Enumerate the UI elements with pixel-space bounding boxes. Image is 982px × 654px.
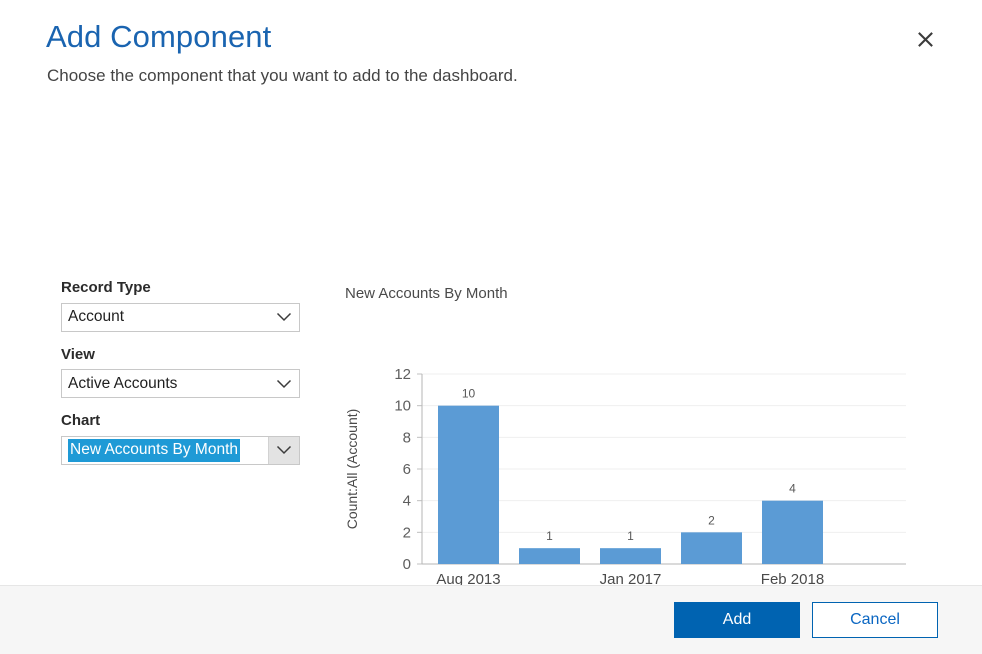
page-title: Add Component (46, 18, 938, 55)
chart-value: New Accounts By Month (62, 437, 268, 464)
chart-select[interactable]: New Accounts By Month (61, 436, 300, 465)
chevron-down-icon (268, 437, 299, 464)
dialog-footer: Add Cancel (0, 585, 982, 654)
record-type-value: Account (62, 304, 269, 331)
y-axis-tick-label: 2 (403, 524, 411, 541)
cancel-button[interactable]: Cancel (812, 602, 938, 638)
dialog-header: Add Component Choose the component that … (0, 0, 982, 86)
chart-label: Chart (61, 411, 306, 431)
dialog-subtitle: Choose the component that you want to ad… (47, 65, 938, 86)
view-value: Active Accounts (62, 370, 269, 397)
field-view: View Active Accounts (61, 345, 306, 399)
chevron-down-icon (269, 370, 299, 397)
bar-value-label: 4 (789, 482, 796, 496)
chart-bar[interactable] (762, 501, 823, 564)
close-icon (918, 32, 933, 47)
record-type-label: Record Type (61, 278, 306, 298)
bar-value-label: 10 (462, 387, 476, 401)
close-button[interactable] (912, 26, 938, 52)
chart-bar[interactable] (519, 548, 580, 564)
y-axis-tick-label: 6 (403, 461, 411, 478)
record-type-select[interactable]: Account (61, 303, 300, 332)
field-record-type: Record Type Account (61, 278, 306, 332)
y-axis-title: Count:All (Account) (344, 409, 360, 530)
y-axis-tick-label: 0 (403, 556, 411, 573)
y-axis-tick-label: 8 (403, 429, 411, 446)
bar-value-label: 1 (627, 529, 634, 543)
view-label: View (61, 345, 306, 365)
y-axis-tick-label: 4 (403, 493, 411, 510)
bar-value-label: 2 (708, 513, 715, 527)
chart-bar[interactable] (681, 532, 742, 564)
chart-bar[interactable] (600, 548, 661, 564)
view-select[interactable]: Active Accounts (61, 369, 300, 398)
y-axis-tick-label: 12 (394, 366, 411, 383)
add-button[interactable]: Add (674, 602, 800, 638)
add-component-dialog: Add Component Choose the component that … (0, 0, 982, 654)
bar-value-label: 1 (546, 529, 553, 543)
y-axis-tick-label: 10 (394, 398, 411, 415)
chart-title: New Accounts By Month (345, 284, 945, 304)
chevron-down-icon (269, 304, 299, 331)
field-chart: Chart New Accounts By Month (61, 411, 306, 465)
chart-bar[interactable] (438, 406, 499, 564)
component-form: Record Type Account View Activ (61, 278, 306, 465)
dialog-body: Record Type Account View Activ (0, 86, 982, 654)
